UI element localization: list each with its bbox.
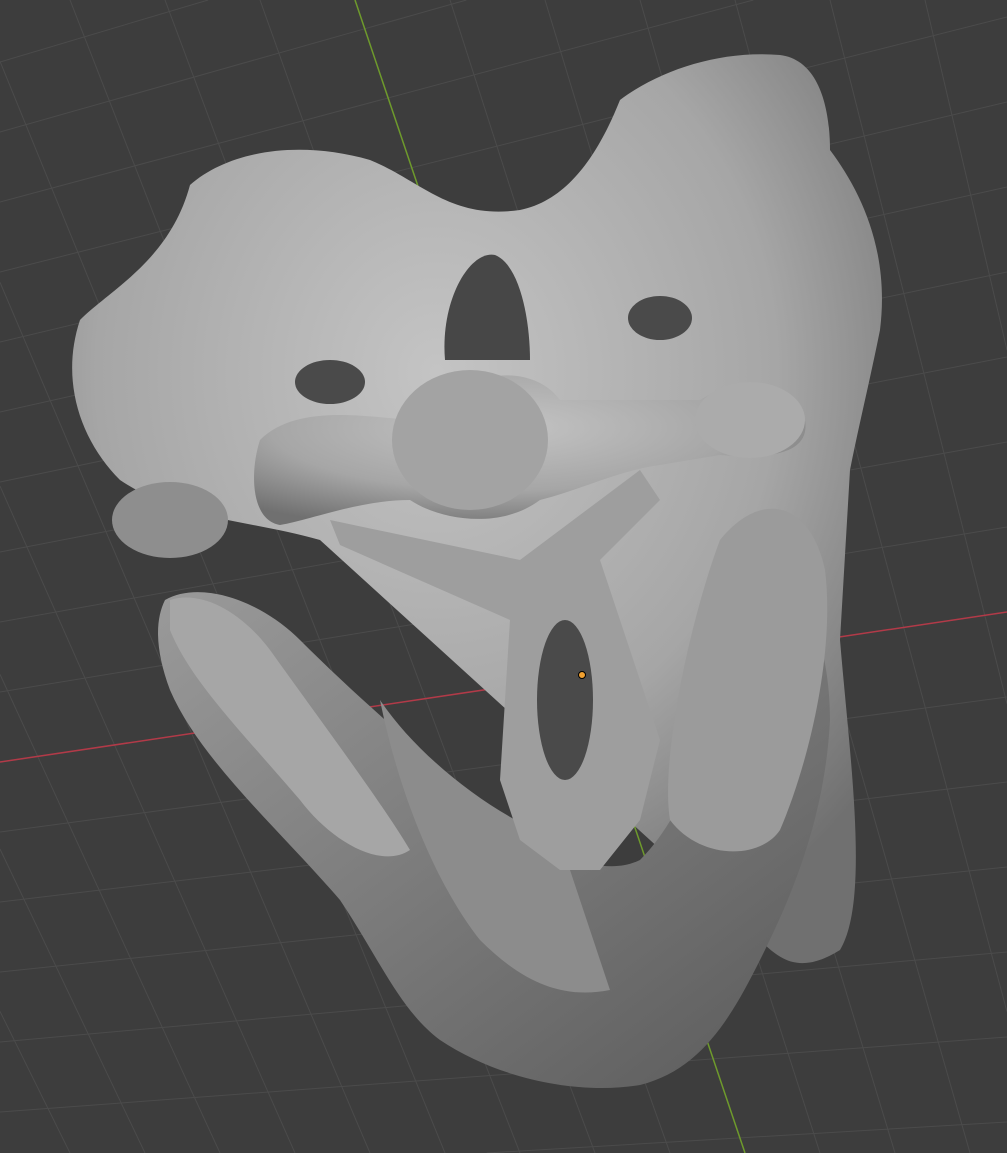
3d-viewport[interactable] [0, 0, 1007, 1153]
mesh-inner-hole [537, 620, 593, 780]
origin-point-icon[interactable] [578, 671, 586, 679]
sculpt-mesh[interactable] [72, 54, 882, 1088]
grid-line [0, 485, 296, 1153]
mesh-left-knob [112, 482, 228, 558]
mesh-right-knob [695, 382, 805, 458]
grid-line [0, 848, 146, 1153]
grid-line [486, 1121, 1007, 1153]
mesh-hole-left [295, 360, 365, 404]
mesh-center-knob [392, 370, 548, 510]
mesh-hole-right [628, 296, 692, 340]
viewport-canvas[interactable] [0, 0, 1007, 1153]
grid-line [0, 0, 467, 133]
grid-line [924, 0, 1007, 351]
grid-line [0, 1011, 71, 1153]
